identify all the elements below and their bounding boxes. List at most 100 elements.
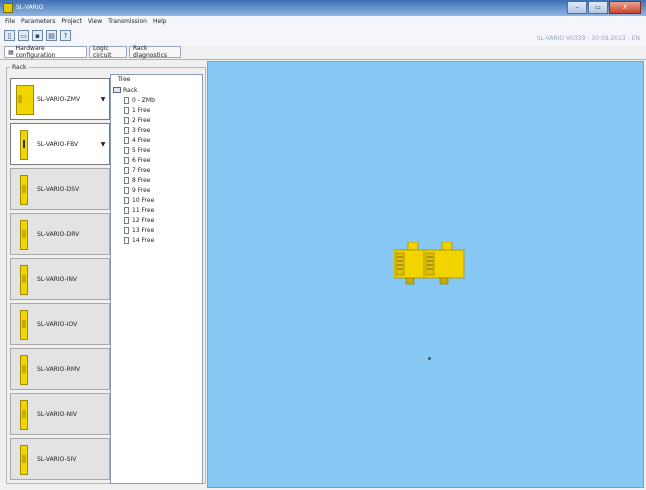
tree-item-label: 3 Free	[132, 126, 151, 134]
tab-label: Hardware configuration	[15, 45, 56, 59]
document-icon	[124, 226, 129, 234]
module-name: SL-VARIO-RMV	[37, 366, 81, 373]
rack-icon	[113, 87, 121, 93]
tree-item[interactable]: 3 Free	[124, 125, 150, 135]
window-title: SL-VARIO	[16, 4, 44, 11]
document-icon	[124, 166, 129, 174]
tab-rack-diagnostics[interactable]: Rack diagnostics	[129, 45, 181, 59]
module-name: SL-VARIO-IOV	[37, 321, 78, 328]
tree-item-label: 10 Free	[132, 196, 155, 204]
module-sl-vario-iov[interactable]: SL-VARIO-IOV	[10, 303, 110, 345]
menu-project[interactable]: Project	[61, 18, 82, 25]
tree-item-label: 6 Free	[132, 156, 151, 164]
save-icon[interactable]: ▪	[32, 30, 43, 41]
tree-item-label: 5 Free	[132, 146, 151, 154]
module-siv-icon	[20, 445, 28, 475]
module-name: SL-VARIO-DSV	[37, 186, 80, 193]
tree-item[interactable]: 5 Free	[124, 145, 150, 155]
module-sl-vario-rmv[interactable]: SL-VARIO-RMV	[10, 348, 110, 390]
tree-item[interactable]: 11 Free	[124, 205, 154, 215]
document-icon	[124, 186, 129, 194]
chevron-down-icon[interactable]: ▼	[99, 92, 107, 106]
tab-logic-circuit[interactable]: Logic circuit	[89, 45, 127, 59]
tree-item[interactable]: 2 Free	[124, 115, 150, 125]
tree-item-label: 14 Free	[132, 236, 155, 244]
tab-label: Logic circuit	[93, 45, 112, 59]
module-sl-vario-niv[interactable]: SL-VARIO-NIV	[10, 393, 110, 435]
menu-parameters[interactable]: Parameters	[21, 18, 55, 25]
new-icon[interactable]: ▯	[4, 30, 15, 41]
tree-item[interactable]: 9 Free	[124, 185, 150, 195]
menu-view[interactable]: View	[88, 18, 102, 25]
chevron-down-icon[interactable]: ▼	[99, 137, 107, 151]
document-icon	[124, 146, 129, 154]
tab-hardware-configuration[interactable]: ▦ Hardware configuration	[4, 45, 87, 59]
tree-item-label: 4 Free	[132, 136, 151, 144]
tree-item[interactable]: 14 Free	[124, 235, 154, 245]
document-icon	[124, 106, 129, 114]
tree-item-label: 12 Free	[132, 216, 155, 224]
tree-root[interactable]: Rack	[113, 85, 138, 95]
tree-item-label: 9 Free	[132, 186, 151, 194]
tree-item-label: 13 Free	[132, 226, 155, 234]
tree-item[interactable]: 7 Free	[124, 165, 150, 175]
document-icon	[124, 216, 129, 224]
module-sl-vario-drv[interactable]: SL-VARIO-DRV	[10, 213, 110, 255]
menu-transmission[interactable]: Transmission	[108, 18, 147, 25]
minimize-button[interactable]: –	[567, 1, 587, 14]
help-icon[interactable]: ?	[60, 30, 71, 41]
module-dsv-icon	[20, 175, 28, 205]
menu-file[interactable]: File	[5, 18, 15, 25]
rack-panel: Rack SL-VARIO-ZMV ▼ SL-VARIO-FBV ▼ SL-VA…	[2, 61, 207, 488]
tab-bar: ▦ Hardware configuration Logic circuit R…	[0, 45, 646, 60]
canvas-marker	[428, 357, 431, 360]
tree-item[interactable]: 1 Free	[124, 105, 150, 115]
print-icon[interactable]: ▤	[46, 30, 57, 41]
module-sl-vario-zmv[interactable]: SL-VARIO-ZMV ▼	[10, 78, 110, 120]
module-name: SL-VARIO-FBV	[37, 141, 79, 148]
menu-help[interactable]: Help	[153, 18, 167, 25]
close-button[interactable]: X	[609, 1, 641, 14]
module-fbv-icon	[20, 130, 28, 160]
module-name: SL-VARIO-ZMV	[37, 96, 81, 103]
module-inv-icon	[20, 265, 28, 295]
module-sl-vario-siv[interactable]: SL-VARIO-SIV	[10, 438, 110, 480]
module-zmv-icon	[16, 85, 34, 115]
rack-label: Rack	[10, 64, 29, 71]
document-icon	[124, 126, 129, 134]
title-bar: SL-VARIO – ▭ X	[0, 0, 646, 16]
tree-item[interactable]: 0 - ZMb	[124, 95, 155, 105]
document-icon	[124, 156, 129, 164]
tree-item[interactable]: 13 Free	[124, 225, 154, 235]
tree-item[interactable]: 12 Free	[124, 215, 154, 225]
module-niv-icon	[20, 400, 28, 430]
open-folder-icon[interactable]: ▭	[18, 30, 29, 41]
hardware-canvas[interactable]	[207, 61, 644, 488]
module-rmv-icon	[20, 355, 28, 385]
tree-item[interactable]: 4 Free	[124, 135, 150, 145]
hardware-icon: ▦	[8, 48, 14, 56]
tree-item[interactable]: 8 Free	[124, 175, 150, 185]
document-icon	[124, 196, 129, 204]
tab-label: Rack diagnostics	[133, 45, 168, 59]
document-icon	[124, 176, 129, 184]
document-icon	[124, 236, 129, 244]
tree-item-label: 2 Free	[132, 116, 151, 124]
module-sl-vario-inv[interactable]: SL-VARIO-INV	[10, 258, 110, 300]
module-sl-vario-fbv[interactable]: SL-VARIO-FBV ▼	[10, 123, 110, 165]
module-name: SL-VARIO-INV	[37, 276, 78, 283]
tree-item-label: 7 Free	[132, 166, 151, 174]
tree-item[interactable]: 10 Free	[124, 195, 154, 205]
module-iov-icon	[20, 310, 28, 340]
window-controls: – ▭ X	[566, 1, 641, 14]
rack-modules-icon[interactable]	[394, 242, 466, 288]
tree-item[interactable]: 6 Free	[124, 155, 150, 165]
module-name: SL-VARIO-DRV	[37, 231, 80, 238]
tree-root-label: Rack	[123, 86, 138, 94]
module-sl-vario-dsv[interactable]: SL-VARIO-DSV	[10, 168, 110, 210]
document-icon	[124, 206, 129, 214]
tree-item-label: 11 Free	[132, 206, 155, 214]
tree-item-label: 0 - ZMb	[132, 96, 155, 104]
app-icon	[3, 3, 13, 13]
maximize-button[interactable]: ▭	[588, 1, 608, 14]
